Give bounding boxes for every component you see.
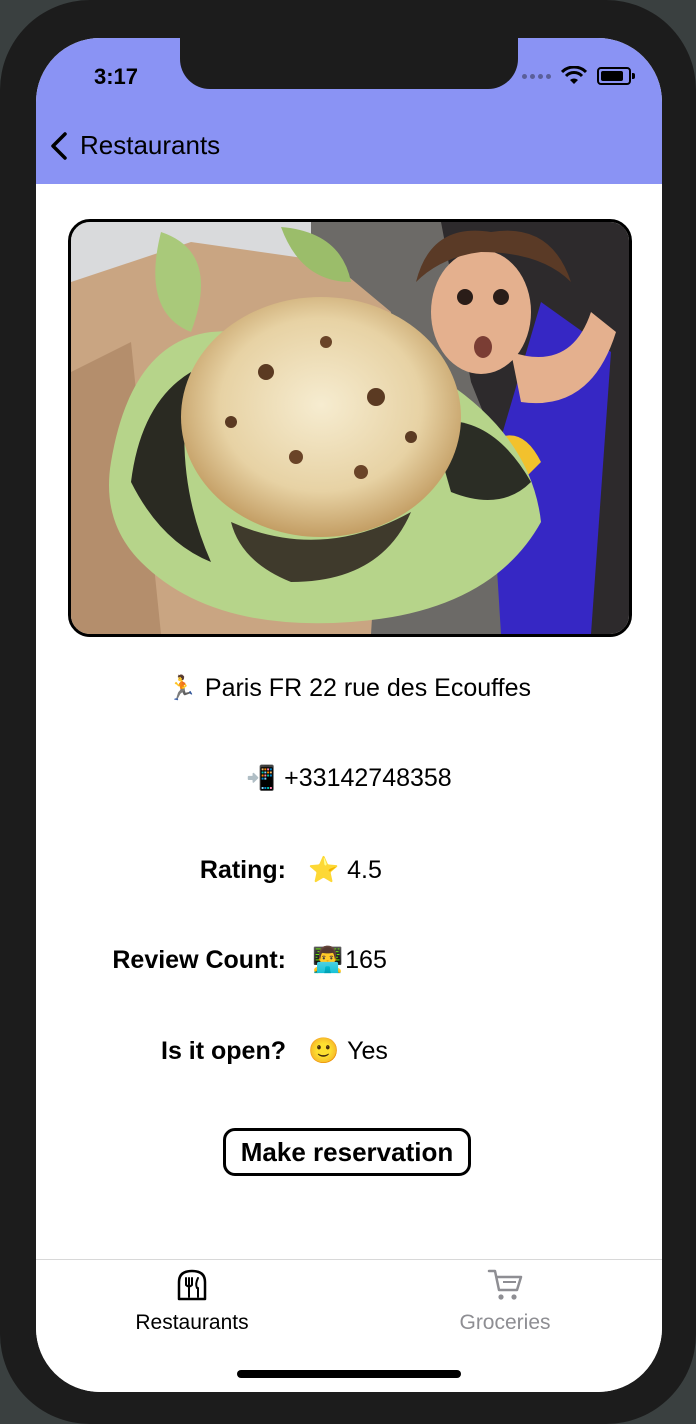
open-status-label: Is it open? [161,1037,286,1065]
app-screen: 3:17 Restaurants 🏃 Paris FR 22 rue des E… [36,38,662,1392]
technologist-icon: 👨‍💻 [312,946,344,974]
review-count-label: Review Count: [112,946,286,974]
address-line: 🏃 Paris FR 22 rue des Ecouffes [36,674,662,703]
restaurant-icon [177,1269,207,1301]
cart-icon [487,1269,523,1300]
rating-value: 4.5 [347,856,382,884]
open-status-group: 🙂 Yes [308,1037,388,1066]
cellular-signal-icon [522,73,551,79]
tab-groceries[interactable]: Groceries [405,1268,605,1335]
address-text: Paris FR 22 rue des Ecouffes [204,674,531,702]
status-indicators [522,64,635,88]
rating-value-group: ⭐ 4.5 [308,856,382,885]
back-label: Restaurants [80,130,221,160]
phone-icon: 📲 [246,765,277,792]
tab-groceries-label: Groceries [459,1311,551,1334]
phone-text: +33142748358 [284,764,452,792]
chevron-left-icon [51,131,67,160]
navigation-header: 3:17 Restaurants [36,38,662,184]
review-count-value: 165 [345,946,387,974]
status-time: 3:17 [94,64,139,89]
star-icon: ⭐ [308,856,340,884]
wifi-icon [561,66,587,84]
open-status-value: Yes [347,1037,388,1065]
review-count-group: 👨‍💻 165 [312,946,387,975]
tab-restaurants[interactable]: Restaurants [92,1268,292,1335]
home-indicator [237,1370,461,1378]
rating-label: Rating: [199,856,286,884]
tab-restaurants-label: Restaurants [135,1311,249,1334]
restaurant-photo [68,219,632,637]
notch [180,38,518,89]
make-reservation-button[interactable]: Make reservation [223,1128,471,1176]
runner-icon: 🏃 [167,675,197,702]
phone-line: 📲 +33142748358 [36,764,662,793]
back-button[interactable]: Restaurants [48,130,220,161]
smile-icon: 🙂 [308,1037,340,1065]
battery-icon [597,67,635,85]
